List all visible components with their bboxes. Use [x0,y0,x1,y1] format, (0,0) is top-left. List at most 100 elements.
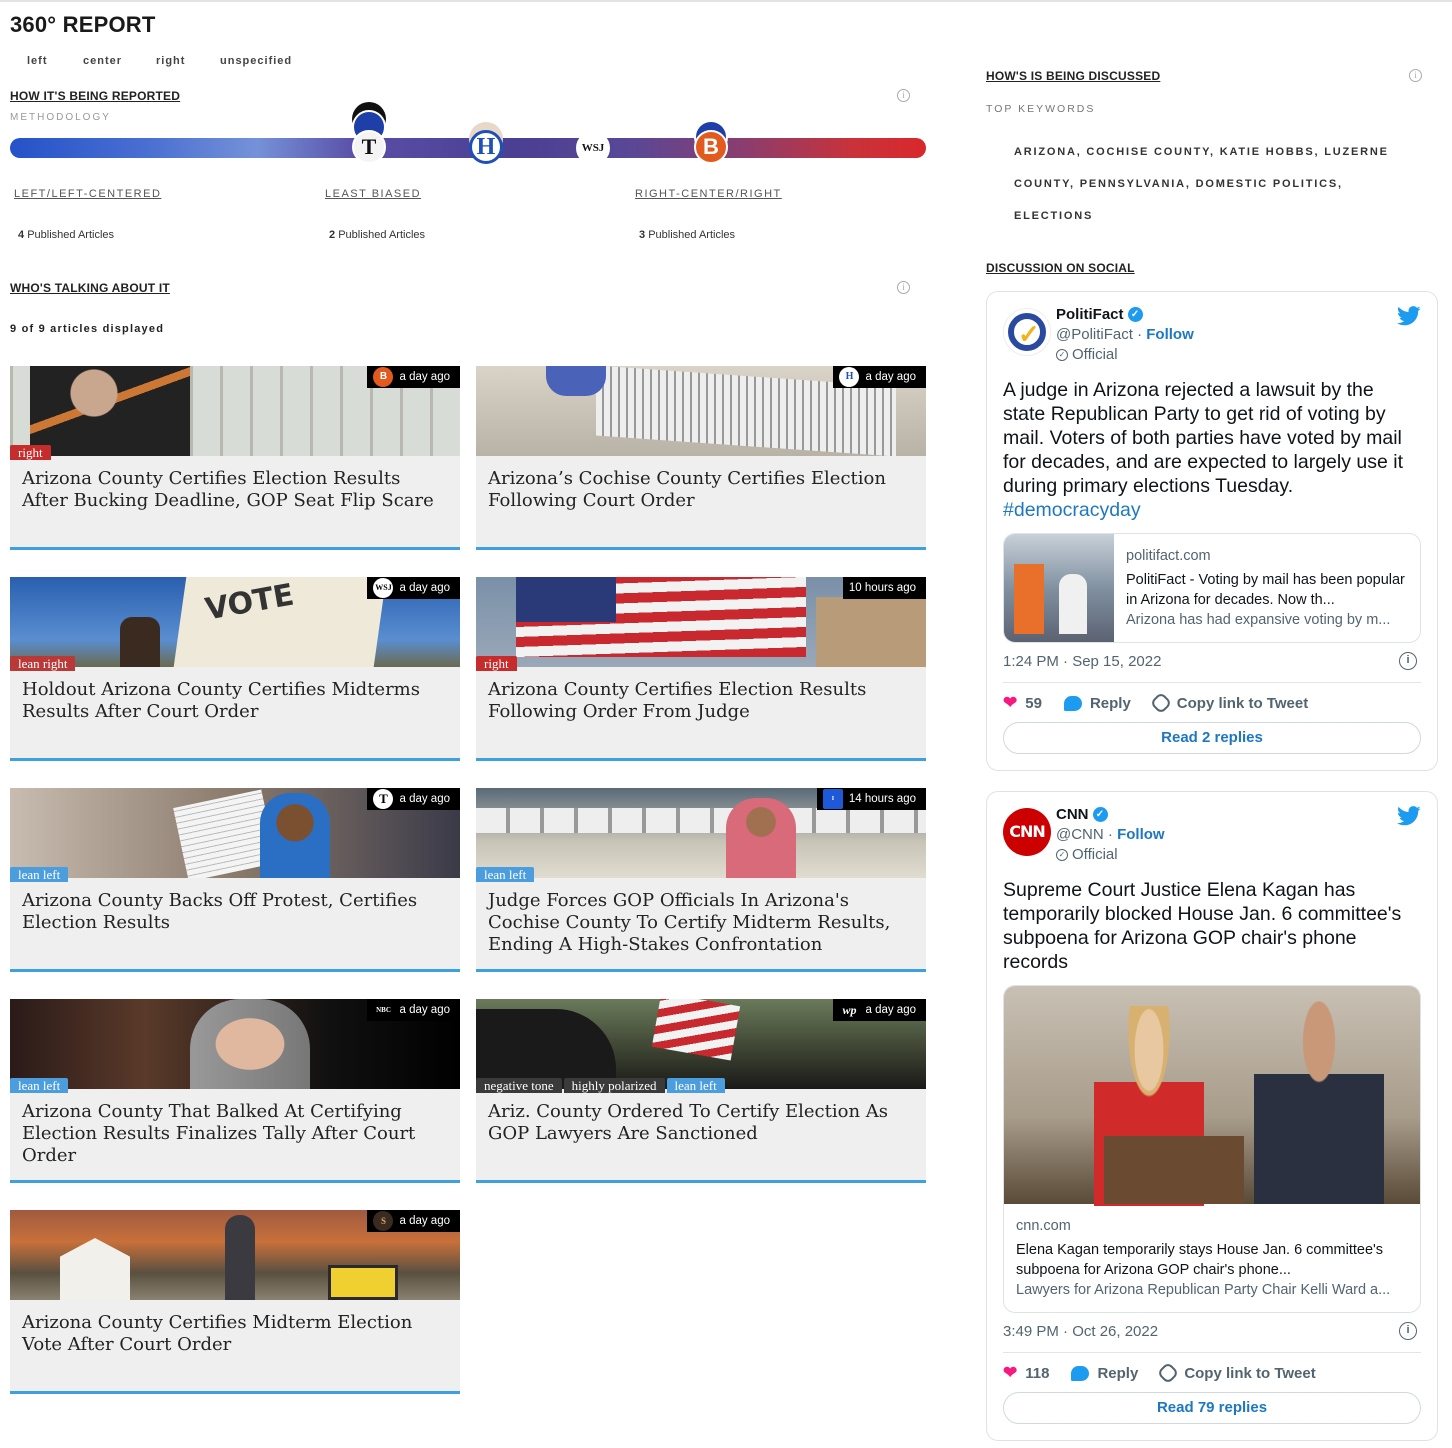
avatar[interactable]: CNN [1003,808,1051,856]
legend-unspecified[interactable]: unspecified [220,55,292,67]
article-card[interactable]: Sa day ago Arizona County Certifies Midt… [10,1210,460,1394]
twitter-bird-icon[interactable] [1397,306,1421,326]
official-label: ✓ Official [1056,346,1118,363]
article-card[interactable]: Ba day ago right Arizona County Certifie… [10,366,460,550]
read-replies-button[interactable]: Read 79 replies [1003,1392,1421,1424]
methodology-link[interactable]: METHODOLOGY [10,112,111,123]
info-icon[interactable]: i [897,281,910,294]
tweet-author-name[interactable]: PolitiFact ✓ [1056,306,1143,323]
info-icon[interactable]: i [1399,1322,1417,1340]
breitbart-logo-icon[interactable]: B [694,130,728,164]
tweet-handle: @PolitiFact · Follow [1056,326,1194,343]
article-card[interactable]: wp a day ago negative tone highly polariz… [476,999,926,1183]
talking-heading[interactable]: WHO'S TALKING ABOUT IT [10,281,170,295]
official-check-icon: ✓ [1056,848,1068,861]
breitbart-icon: B [373,367,394,387]
reporting-heading[interactable]: HOW IT'S BEING REPORTED [10,89,180,103]
hashtag-link[interactable]: #democracyday [1003,499,1141,521]
info-icon[interactable]: i [1409,69,1422,82]
reply-button[interactable]: Reply [1063,695,1131,712]
read-replies-button[interactable]: Read 2 replies [1003,722,1421,754]
follow-button[interactable]: Follow [1146,326,1194,343]
copy-link-button[interactable]: Copy link to Tweet [1156,1361,1316,1385]
tweet-timestamp[interactable]: 1:24 PM · Sep 15, 2022 [1003,653,1161,670]
like-button[interactable]: ❤ 59 [1003,693,1042,713]
tweet-timestamp[interactable]: 3:49 PM · Oct 26, 2022 [1003,1323,1158,1340]
wsj-icon: WSJ [373,578,394,598]
bias-tag: lean left [10,1078,69,1093]
tweet-embed[interactable]: ✓ PolitiFact ✓ @PolitiFact · Follow ✓ Offi… [986,291,1438,771]
bucket-center-heading[interactable]: LEAST BIASED [325,188,421,200]
article-card[interactable]: I 14 hours ago lean left Judge Forces GOP… [476,788,926,972]
nyt-logo-icon[interactable]: T [352,130,386,164]
nbc-icon: NBC [373,1000,394,1020]
verified-badge-icon: ✓ [1092,807,1108,822]
bias-tag: lean right [10,656,76,671]
reply-button[interactable]: Reply [1071,1365,1138,1382]
article-headline[interactable]: Arizona County Certifies Midterm Electio… [22,1312,448,1356]
keywords-label: TOP KEYWORDS [986,103,1096,115]
article-headline[interactable]: Holdout Arizona County Certifies Midterm… [22,679,448,723]
bucket-left-heading[interactable]: LEFT/LEFT-CENTERED [14,188,161,200]
bias-legend: left center right unspecified [27,55,292,67]
bucket-left-count: 4 Published Articles [18,229,115,241]
articles-count: 9 of 9 articles displayed [10,323,165,335]
bucket-center-count: 2 Published Articles [329,229,426,241]
bucket-right-heading[interactable]: RIGHT-CENTER/RIGHT [635,188,782,200]
article-time: Ha day ago [833,366,926,388]
heart-icon: ❤ [1003,693,1018,712]
article-time: Ta day ago [367,788,460,810]
twitter-bird-icon[interactable] [1397,806,1421,826]
follow-button[interactable]: Follow [1117,826,1165,843]
article-card[interactable]: Ha day ago Arizona’s Cochise County Cert… [476,366,926,550]
article-time: NBC a day ago [367,999,460,1021]
avatar[interactable]: ✓ [1003,308,1051,356]
social-heading[interactable]: DISCUSSION ON SOCIAL [986,261,1135,275]
link-icon [1156,1361,1180,1385]
legend-center[interactable]: center [83,55,156,67]
source-seal-icon: S [373,1211,394,1231]
link-title: PolitiFact - Voting by mail has been pop… [1126,572,1405,608]
bias-tag: lean left [10,867,69,882]
article-headline[interactable]: Arizona County That Balked At Certifying… [22,1101,448,1167]
copy-link-button[interactable]: Copy link to Tweet [1149,691,1308,715]
tweet-embed[interactable]: CNN CNN ✓ @CNN · Follow ✓ Official Supreme… [986,791,1438,1441]
article-headline[interactable]: Arizona County Certifies Election Result… [488,679,914,723]
bucket-right-count: 3 Published Articles [639,229,736,241]
article-headline[interactable]: Arizona’s Cochise County Certifies Elect… [488,468,914,512]
link-card-image [1004,534,1114,642]
link-domain: politifact.com [1126,548,1211,564]
article-headline[interactable]: Arizona County Certifies Election Result… [22,468,448,512]
link-card[interactable]: cnn.com Elena Kagan temporarily stays Ho… [1003,985,1421,1313]
page-title: 360° REPORT [10,12,156,37]
article-headline[interactable]: Judge Forces GOP Officials In Arizona's … [488,890,914,956]
tweet-author-name[interactable]: CNN ✓ [1056,806,1108,823]
article-card[interactable]: NBC a day ago lean left Arizona County Th… [10,999,460,1183]
article-time: wp a day ago [833,999,926,1021]
link-card-image [1004,986,1420,1206]
huffpost-logo-icon[interactable]: H [469,130,503,164]
discussed-heading[interactable]: HOW'S IS BEING DISCUSSED [986,69,1160,83]
like-button[interactable]: ❤ 118 [1003,1363,1049,1383]
link-domain: cnn.com [1016,1218,1071,1234]
legend-right[interactable]: right [156,55,220,67]
link-card[interactable]: politifact.com PolitiFact - Voting by ma… [1003,533,1421,643]
article-card[interactable]: Ta day ago lean left Arizona County Back… [10,788,460,972]
article-card[interactable]: 10 hours ago right Arizona County Certif… [476,577,926,761]
info-icon[interactable]: i [1399,652,1417,670]
article-time: Ba day ago [367,366,460,388]
legend-left[interactable]: left [27,55,83,67]
article-headline[interactable]: Arizona County Backs Off Protest, Certif… [22,890,448,934]
verified-badge-icon: ✓ [1127,307,1143,322]
tweet-text: Supreme Court Justice Elena Kagan has te… [1003,879,1402,973]
article-card[interactable]: VOTE WSJ a day ago lean right Holdout Ari… [10,577,460,761]
tweet-text: A judge in Arizona rejected a lawsuit by… [1003,379,1403,521]
tweet-actions: ❤ 59 Reply Copy link to Tweet [1003,691,1421,715]
link-description: Lawyers for Arizona Republican Party Cha… [1016,1282,1391,1298]
article-headline[interactable]: Ariz. County Ordered To Certify Election… [488,1101,914,1145]
link-description: Arizona has had expansive voting by m... [1126,612,1391,628]
wsj-logo-icon[interactable]: WSJ [576,131,610,165]
info-icon[interactable]: i [897,89,910,102]
link-icon [1149,691,1173,715]
bias-tag: lean left [476,867,535,882]
